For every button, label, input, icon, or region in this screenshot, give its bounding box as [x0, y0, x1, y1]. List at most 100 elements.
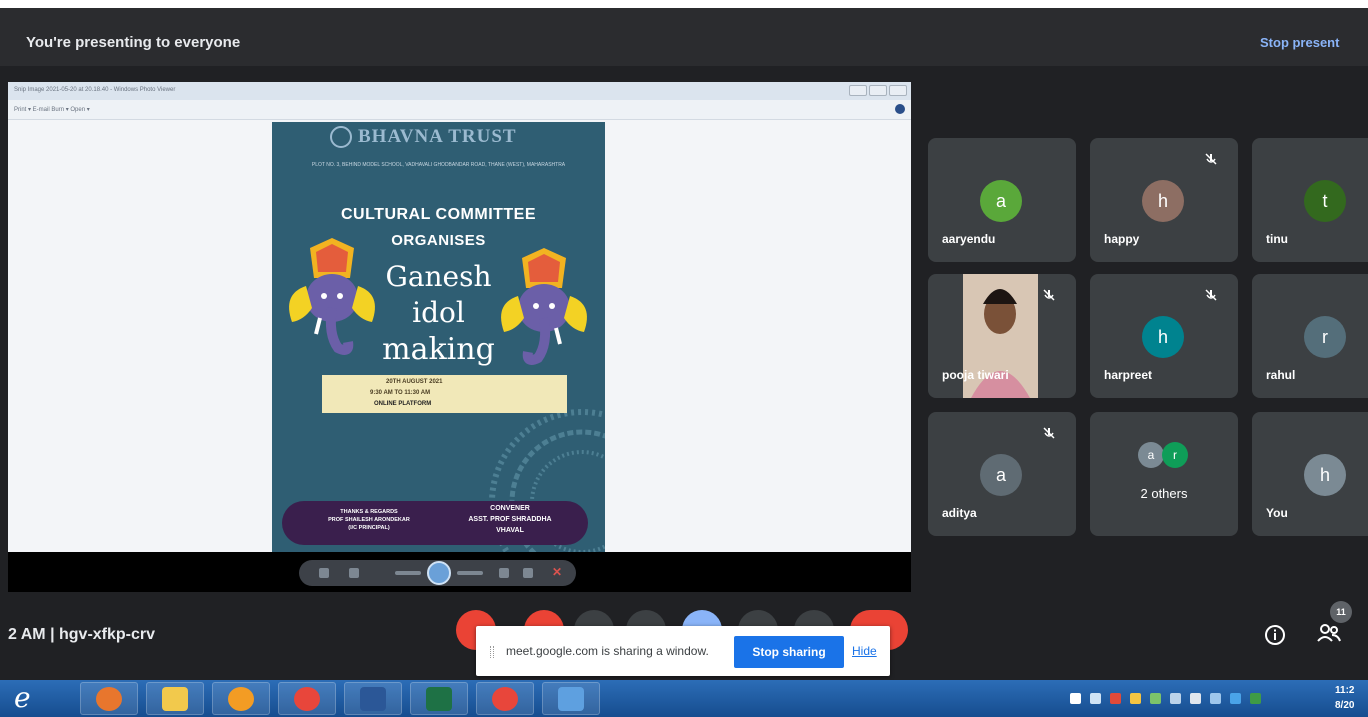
participant-avatar: t — [1304, 180, 1346, 222]
delete-icon[interactable]: ✕ — [552, 565, 562, 579]
participant-tile[interactable]: h harpreet — [1090, 274, 1238, 398]
start-button[interactable]: e — [14, 683, 54, 714]
mic-off-icon — [1204, 152, 1218, 171]
chrome-icon — [294, 687, 320, 711]
participant-count-badge: 11 — [1330, 601, 1352, 623]
participant-tile[interactable]: t tinu — [1252, 138, 1368, 262]
notification-icon[interactable] — [1070, 693, 1081, 704]
participant-tile[interactable]: a aaryendu — [928, 138, 1076, 262]
participant-name: You — [1266, 506, 1288, 520]
next-icon[interactable] — [457, 571, 483, 575]
bluetooth-icon[interactable] — [1170, 693, 1181, 704]
taskbar-app-excel[interactable] — [410, 682, 468, 715]
mic-off-icon — [1042, 288, 1056, 307]
rotate-right-icon[interactable] — [523, 568, 533, 578]
rotate-left-icon[interactable] — [499, 568, 509, 578]
photo-viewer-toolbar: Print ▾ E-mail Burn ▾ Open ▾ — [8, 100, 911, 120]
photo-viewer-title: Snip Image 2021-05-20 at 20.18.40 - Wind… — [14, 87, 176, 93]
thanks-line: THANKS & REGARDS — [340, 509, 398, 515]
presenting-bar: You're presenting to everyone Stop prese… — [0, 8, 1368, 66]
zoom-icon[interactable] — [319, 568, 329, 578]
participant-tile[interactable]: pooja tiwari — [928, 274, 1076, 398]
participant-avatar: r — [1304, 316, 1346, 358]
windows-taskbar: e — [0, 680, 1368, 717]
poster-heading: CULTURAL COMMITTEE — [340, 206, 537, 223]
participant-avatar: a — [980, 454, 1022, 496]
firefox-icon — [96, 687, 122, 711]
participant-tile[interactable]: ar 2 others — [1090, 412, 1238, 536]
antivirus-icon[interactable] — [1110, 693, 1121, 704]
taskbar-app-chrome-meet[interactable] — [476, 682, 534, 715]
participant-tile[interactable]: a aditya — [928, 412, 1076, 536]
poster-footer: THANKS & REGARDS PROF SHAILESH ARONDEKAR… — [282, 501, 588, 545]
taskbar-app-file-explorer[interactable] — [146, 682, 204, 715]
mini-avatar: r — [1162, 442, 1188, 468]
app-tray-icon[interactable] — [1250, 693, 1261, 704]
poster-title-line: idol — [412, 296, 465, 329]
participant-name: 2 others — [1140, 486, 1188, 501]
hide-link[interactable]: Hide — [852, 644, 877, 658]
poster-title-line: Ganesh — [385, 260, 492, 293]
previous-icon[interactable] — [395, 571, 421, 575]
clock-time[interactable]: 11:2 — [1335, 685, 1354, 696]
participant-tile[interactable]: h You — [1252, 412, 1368, 536]
taskbar-app-media-player[interactable] — [212, 682, 270, 715]
participant-name: rahul — [1266, 368, 1296, 382]
poster-platform: ONLINE PLATFORM — [374, 401, 432, 407]
taskbar-app-firefox[interactable] — [80, 682, 138, 715]
maximize-icon[interactable] — [869, 85, 887, 96]
stop-sharing-button[interactable]: Stop sharing — [734, 636, 844, 668]
taskbar-app-photo-viewer[interactable] — [542, 682, 600, 715]
clock-date[interactable]: 8/20 — [1335, 700, 1354, 711]
mini-avatar: a — [1138, 442, 1164, 468]
shared-screen: Snip Image 2021-05-20 at 20.18.40 - Wind… — [8, 82, 911, 592]
drag-handle-icon[interactable] — [490, 646, 494, 658]
people-icon[interactable] — [1316, 621, 1342, 645]
stop-presenting-button[interactable]: Stop present — [1260, 35, 1360, 50]
window-buttons — [849, 85, 907, 96]
taskbar-app-chrome[interactable] — [278, 682, 336, 715]
wifi-icon[interactable] — [1210, 693, 1221, 704]
slideshow-icon[interactable] — [427, 561, 451, 585]
mic-off-icon — [1042, 426, 1056, 445]
photo-viewer-controls: ✕ — [299, 560, 576, 586]
meeting-details: 2 AM | hgv-xfkp-crv — [8, 626, 156, 643]
flag-icon[interactable] — [1130, 693, 1141, 704]
trust-logo-icon — [330, 126, 352, 148]
file-explorer-icon — [162, 687, 188, 711]
poster-thanks: THANKS & REGARDS PROF SHAILESH ARONDEKAR… — [294, 508, 444, 532]
mic-off-icon — [1204, 288, 1218, 307]
word-icon — [360, 687, 386, 711]
photo-viewer-titlebar: Snip Image 2021-05-20 at 20.18.40 - Wind… — [8, 82, 911, 100]
actual-size-icon[interactable] — [349, 568, 359, 578]
participant-avatar: h — [1304, 454, 1346, 496]
participant-avatar: a — [980, 180, 1022, 222]
photo-viewer-icon — [558, 687, 584, 711]
app-tray-icon[interactable] — [1230, 693, 1241, 704]
viewer-toolbar-menu[interactable]: Print ▾ E-mail Burn ▾ Open ▾ — [14, 107, 90, 113]
participant-tile[interactable]: h happy — [1090, 138, 1238, 262]
battery-icon[interactable] — [1150, 693, 1161, 704]
poster-time: 9:30 AM TO 11:30 AM — [370, 390, 431, 396]
info-icon[interactable] — [1264, 624, 1286, 646]
poster-date-banner: 20TH AUGUST 2021 9:30 AM TO 11:30 AM ONL… — [322, 375, 567, 413]
participant-name: aditya — [942, 506, 977, 520]
ganesha-illustration-icon — [501, 248, 587, 365]
help-icon[interactable] — [895, 104, 905, 114]
ganesha-illustration-icon — [289, 238, 375, 355]
participant-tile[interactable]: r rahul — [1252, 274, 1368, 398]
close-icon[interactable] — [889, 85, 907, 96]
convener-line: CONVENER — [490, 505, 530, 512]
network-icon[interactable] — [1090, 693, 1101, 704]
minimize-icon[interactable] — [849, 85, 867, 96]
sharing-notification: meet.google.com is sharing a window. Sto… — [476, 626, 890, 676]
chrome-meet-icon — [492, 687, 518, 711]
convener-line: ASST. PROF SHRADDHA — [468, 516, 552, 523]
participant-name: tinu — [1266, 232, 1288, 246]
excel-icon — [426, 687, 452, 711]
participant-name: pooja tiwari — [942, 368, 1009, 382]
volume-icon[interactable] — [1190, 693, 1201, 704]
others-avatars: ar — [1138, 442, 1190, 468]
taskbar-app-word[interactable] — [344, 682, 402, 715]
sharing-message: meet.google.com is sharing a window. — [506, 644, 709, 658]
